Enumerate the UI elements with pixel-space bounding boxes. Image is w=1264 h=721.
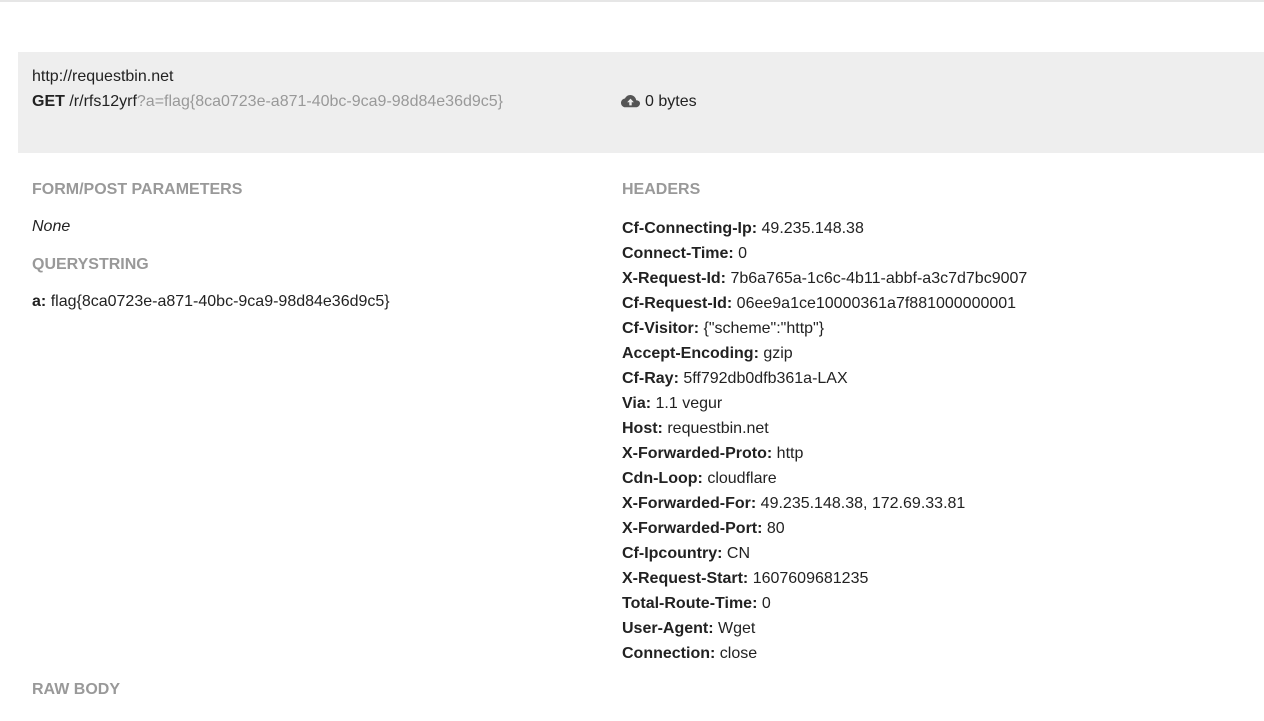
header-row: Total-Route-Time: 0 — [622, 591, 1027, 616]
querystring-title: QUERYSTRING — [32, 256, 149, 273]
request-line: GET /r/rfs12yrf?a=flag{8ca0723e-a871-40b… — [32, 92, 503, 112]
header-key: User-Agent: — [622, 620, 714, 637]
header-row: Accept-Encoding: gzip — [622, 341, 1027, 366]
header-value: {"scheme":"http"} — [703, 320, 825, 337]
raw-body-title: RAW BODY — [32, 681, 120, 698]
headers-title: HEADERS — [622, 181, 701, 198]
header-value: 1.1 vegur — [655, 395, 723, 412]
header-key: Connection: — [622, 645, 716, 662]
header-row: X-Forwarded-Port: 80 — [622, 516, 1027, 541]
header-value: 1607609681235 — [752, 570, 869, 587]
param-value: flag{8ca0723e-a871-40bc-9ca9-98d84e36d9c… — [50, 293, 390, 310]
header-key: X-Request-Start: — [622, 570, 749, 587]
header-key: Via: — [622, 395, 652, 412]
header-row: X-Request-Start: 1607609681235 — [622, 566, 1027, 591]
header-row: Cf-Visitor: {"scheme":"http"} — [622, 316, 1027, 341]
header-value: 49.235.148.38 — [761, 220, 864, 237]
form-parameters-empty: None — [32, 218, 71, 235]
header-key: Cf-Connecting-Ip: — [622, 220, 758, 237]
request-path: /r/rfs12yrf — [69, 93, 137, 110]
header-row: Cf-Request-Id: 06ee9a1ce10000361a7f88100… — [622, 291, 1027, 316]
header-key: X-Forwarded-Port: — [622, 520, 763, 537]
header-value: 80 — [766, 520, 785, 537]
header-key: Accept-Encoding: — [622, 345, 759, 362]
request-query: ?a=flag{8ca0723e-a871-40bc-9ca9-98d84e36… — [136, 93, 503, 110]
header-value: 0 — [738, 245, 748, 262]
headers-list: Cf-Connecting-Ip: 49.235.148.38 Connect-… — [622, 216, 1027, 666]
header-key: X-Request-Id: — [622, 270, 726, 287]
header-key: Host: — [622, 420, 663, 437]
header-key: Cf-Ipcountry: — [622, 545, 723, 562]
cloud-upload-icon — [621, 95, 640, 109]
header-value: http — [776, 445, 804, 462]
header-row: Connect-Time: 0 — [622, 241, 1027, 266]
header-value: 06ee9a1ce10000361a7f881000000001 — [736, 295, 1017, 312]
header-key: X-Forwarded-For: — [622, 495, 757, 512]
header-row: Connection: close — [622, 641, 1027, 666]
header-row: Via: 1.1 vegur — [622, 391, 1027, 416]
request-summary-panel: http://requestbin.net GET /r/rfs12yrf?a=… — [18, 52, 1264, 153]
header-row: User-Agent: Wget — [622, 616, 1027, 641]
header-value: 49.235.148.38, 172.69.33.81 — [760, 495, 966, 512]
top-divider — [0, 0, 1264, 2]
header-value: 0 — [761, 595, 771, 612]
header-key: X-Forwarded-Proto: — [622, 445, 773, 462]
header-row: X-Forwarded-Proto: http — [622, 441, 1027, 466]
request-method: GET — [32, 93, 65, 110]
header-row: Cf-Ipcountry: CN — [622, 541, 1027, 566]
header-value: 7b6a765a-1c6c-4b11-abbf-a3c7d7bc9007 — [730, 270, 1028, 287]
header-row: X-Request-Id: 7b6a765a-1c6c-4b11-abbf-a3… — [622, 266, 1027, 291]
param-key: a: — [32, 293, 47, 310]
header-value: CN — [726, 545, 750, 562]
header-row: Host: requestbin.net — [622, 416, 1027, 441]
header-value: Wget — [718, 620, 756, 637]
header-value: cloudflare — [707, 470, 777, 487]
header-row: X-Forwarded-For: 49.235.148.38, 172.69.3… — [622, 491, 1027, 516]
querystring-param: a: flag{8ca0723e-a871-40bc-9ca9-98d84e36… — [32, 292, 390, 312]
header-row: Cf-Connecting-Ip: 49.235.148.38 — [622, 216, 1027, 241]
header-value: requestbin.net — [667, 420, 769, 437]
header-key: Cdn-Loop: — [622, 470, 703, 487]
header-key: Cf-Visitor: — [622, 320, 700, 337]
request-host-url: http://requestbin.net — [32, 68, 174, 85]
header-key: Connect-Time: — [622, 245, 734, 262]
header-row: Cdn-Loop: cloudflare — [622, 466, 1027, 491]
header-key: Cf-Request-Id: — [622, 295, 733, 312]
request-size: 0 bytes — [621, 92, 697, 112]
header-value: close — [719, 645, 758, 662]
request-size-value: 0 bytes — [645, 93, 697, 110]
header-value: gzip — [763, 345, 793, 362]
header-key: Total-Route-Time: — [622, 595, 758, 612]
header-row: Cf-Ray: 5ff792db0dfb361a-LAX — [622, 366, 1027, 391]
header-value: 5ff792db0dfb361a-LAX — [683, 370, 848, 387]
form-parameters-title: FORM/POST PARAMETERS — [32, 181, 243, 198]
header-key: Cf-Ray: — [622, 370, 679, 387]
